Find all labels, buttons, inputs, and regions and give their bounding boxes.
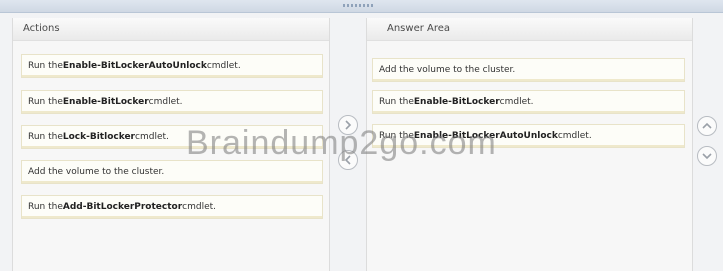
item-text: cmdlet. (557, 131, 592, 141)
item-cmdlet: Enable-BitLocker (62, 97, 149, 107)
item-text: Add the volume to the cluster. (379, 65, 516, 75)
action-item[interactable]: Add the volume to the cluster. (21, 160, 323, 184)
chevron-right-icon (345, 120, 352, 130)
move-left-button[interactable] (338, 150, 358, 170)
item-cmdlet: Enable-BitLocker (413, 97, 500, 107)
title-bar (0, 0, 723, 13)
answer-area-panel: Answer Area Add the volume to the cluste… (366, 18, 693, 271)
move-down-button[interactable] (697, 146, 717, 166)
item-cmdlet: Enable-BitLockerAutoUnlock (413, 131, 558, 141)
answer-area-title: Answer Area (367, 18, 692, 41)
move-right-button[interactable] (338, 115, 358, 135)
item-text: Run the (28, 97, 63, 107)
actions-panel: Actions Run the Enable-BitLockerAutoUnlo… (12, 18, 330, 271)
actions-panel-title: Actions (13, 18, 329, 41)
chevron-up-icon (702, 122, 712, 129)
chevron-left-icon (344, 155, 351, 165)
action-item[interactable]: Run the Add-BitLockerProtector cmdlet. (21, 195, 323, 219)
item-text: Run the (28, 132, 63, 142)
action-item[interactable]: Run the Lock-Bitlocker cmdlet. (21, 125, 323, 149)
item-text: cmdlet. (135, 132, 169, 142)
item-text: cmdlet. (499, 97, 534, 107)
move-up-button[interactable] (697, 116, 717, 136)
item-cmdlet: Enable-BitLockerAutoUnlock (62, 61, 207, 71)
action-item[interactable]: Run the Enable-BitLockerAutoUnlock cmdle… (21, 54, 323, 78)
item-text: cmdlet. (206, 61, 241, 71)
item-text: Run the (379, 131, 414, 141)
item-cmdlet: Add-BitLockerProtector (62, 202, 183, 212)
item-text: Run the (28, 202, 63, 212)
item-text: Add the volume to the cluster. (28, 167, 165, 177)
item-text: Run the (28, 61, 63, 71)
item-text: Run the (379, 97, 414, 107)
answer-item[interactable]: Run the Enable-BitLockerAutoUnlock cmdle… (372, 124, 685, 148)
item-cmdlet: Lock-Bitlocker (62, 132, 136, 142)
action-item[interactable]: Run the Enable-BitLocker cmdlet. (21, 90, 323, 114)
chevron-down-icon (702, 153, 712, 160)
item-text: cmdlet. (182, 202, 217, 212)
answer-item[interactable]: Add the volume to the cluster. (372, 58, 685, 82)
answer-item[interactable]: Run the Enable-BitLocker cmdlet. (372, 90, 685, 114)
item-text: cmdlet. (148, 97, 183, 107)
resize-grip[interactable] (343, 4, 373, 7)
